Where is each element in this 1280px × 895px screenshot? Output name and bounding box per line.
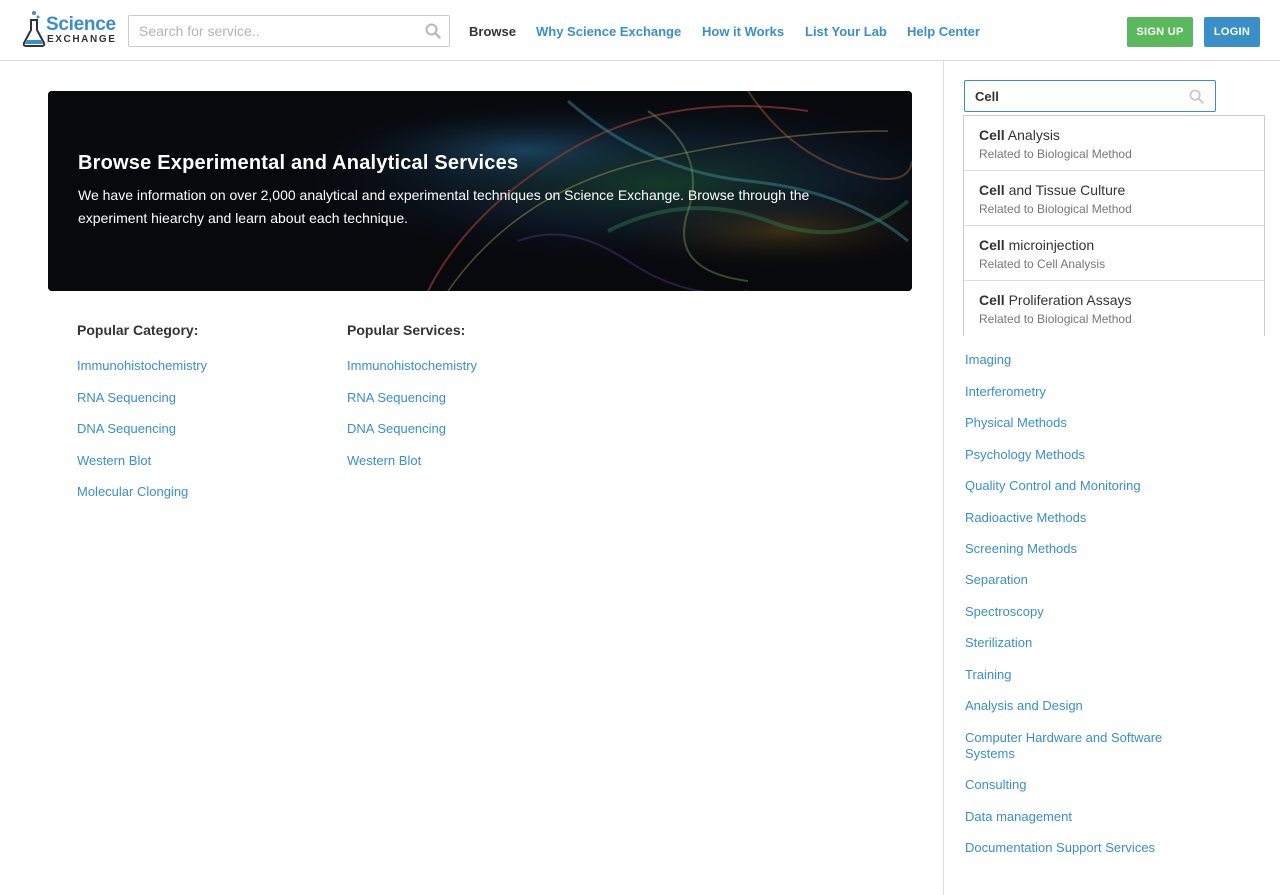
popular-service-link[interactable]: DNA Sequencing [347,421,446,436]
logo-text-science: Science [46,14,116,35]
login-button[interactable]: LOGIN [1204,17,1260,47]
header-search [128,15,450,47]
nav-why-science-exchange[interactable]: Why Science Exchange [536,24,681,39]
search-input[interactable] [129,16,419,46]
sidebar-category-link[interactable]: Quality Control and Monitoring [965,478,1195,494]
sidebar-category-link[interactable]: Training [965,667,1195,683]
flask-icon [22,11,46,47]
hero-title: Browse Experimental and Analytical Servi… [78,152,519,174]
nav-help-center[interactable]: Help Center [907,24,980,39]
sidebar-category-link[interactable]: Computer Hardware and Software Systems [965,730,1195,762]
popular-services-title: Popular Services: [347,322,466,338]
popular-service-link[interactable]: RNA Sequencing [347,390,446,405]
sidebar-search [964,80,1216,112]
sidebar-category-link[interactable]: Screening Methods [965,541,1195,557]
nav-browse[interactable]: Browse [469,24,516,39]
autocomplete-suggestion[interactable]: Cell microinjection Related to Cell Anal… [964,226,1264,281]
sidebar-category-link[interactable]: Radioactive Methods [965,510,1195,526]
popular-category-link[interactable]: Molecular Clonging [77,484,188,499]
suggestion-title: Cell Analysis [979,127,1060,143]
sidebar-category-link[interactable]: Physical Methods [965,415,1195,431]
sidebar-category-link[interactable]: Interferometry [965,384,1195,400]
sidebar-category-link[interactable]: Separation [965,572,1195,588]
hero-banner: Browse Experimental and Analytical Servi… [48,91,912,291]
popular-category-link[interactable]: DNA Sequencing [77,421,176,436]
suggestion-related: Related to Biological Method [979,202,1132,216]
search-icon[interactable] [1189,89,1204,109]
search-icon[interactable] [425,23,441,44]
science-exchange-logo[interactable]: Science EXCHANGE [22,10,116,48]
popular-category-link[interactable]: Immunohistochemistry [77,358,207,373]
popular-category-link[interactable]: Western Blot [77,453,151,468]
autocomplete-suggestion[interactable]: Cell Proliferation Assays Related to Bio… [964,281,1264,336]
nav-list-your-lab[interactable]: List Your Lab [805,24,887,39]
suggestion-related: Related to Cell Analysis [979,257,1106,271]
popular-service-link[interactable]: Western Blot [347,453,421,468]
suggestion-title: Cell Proliferation Assays [979,292,1132,308]
sidebar-category-link[interactable]: Spectroscopy [965,604,1195,620]
logo-text-exchange: EXCHANGE [47,34,117,45]
hero-description: We have information on over 2,000 analyt… [78,187,810,226]
suggestion-title: Cell microinjection [979,237,1095,253]
suggestion-related: Related to Biological Method [979,312,1132,326]
sidebar-category-link[interactable]: Documentation Support Services [965,840,1195,856]
sidebar-category-link[interactable]: Psychology Methods [965,447,1195,463]
autocomplete-suggestion[interactable]: Cell Analysis Related to Biological Meth… [964,116,1264,171]
sidebar-category-link[interactable]: Imaging [965,352,1195,368]
nav-how-it-works[interactable]: How it Works [702,24,784,39]
popular-service-link[interactable]: Immunohistochemistry [347,358,477,373]
sidebar-category-link[interactable]: Sterilization [965,635,1195,651]
suggestion-title: Cell and Tissue Culture [979,182,1126,198]
suggestion-related: Related to Biological Method [979,147,1132,161]
sidebar-category-link[interactable]: Consulting [965,777,1195,793]
sign-up-button[interactable]: SIGN UP [1127,17,1193,47]
sidebar-category-link[interactable]: Data management [965,809,1195,825]
top-header: Science EXCHANGE Browse Why Science Exch… [0,0,1280,61]
sidebar-search-input[interactable] [965,81,1185,111]
autocomplete-dropdown: Cell Analysis Related to Biological Meth… [963,115,1265,336]
popular-category-link[interactable]: RNA Sequencing [77,390,176,405]
sidebar-category-link[interactable]: Analysis and Design [965,698,1195,714]
autocomplete-suggestion[interactable]: Cell and Tissue Culture Related to Biolo… [964,171,1264,226]
popular-category-title: Popular Category: [77,322,199,338]
